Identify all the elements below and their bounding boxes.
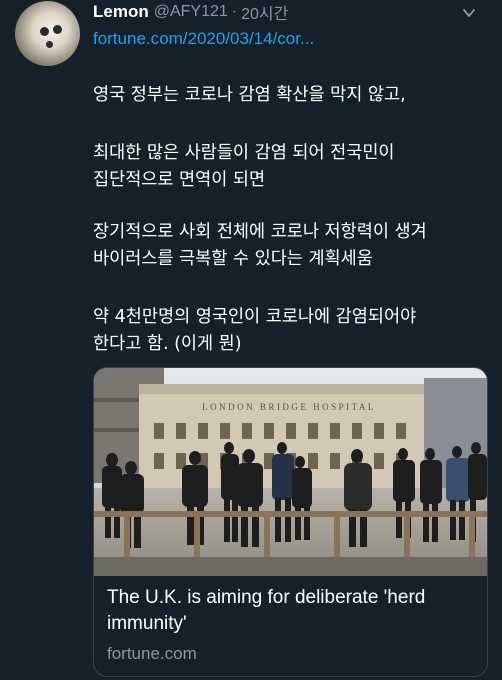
hospital-sign: LONDON BRIDGE HOSPITAL (202, 402, 376, 412)
tweet-text-line-5: 바이러스를 극복할 수 있다는 계획세움 (93, 249, 373, 269)
tweet-text-line-3: 집단적으로 면역이 되면 (93, 170, 266, 190)
tweet-header: Lemon @AFY121 · 20시간 (93, 0, 288, 24)
chevron-down-icon[interactable] (462, 6, 476, 20)
user-handle[interactable]: @AFY121 (154, 3, 228, 21)
link-card[interactable]: LONDON BRIDGE HOSPITAL The U.K. is aimin… (93, 367, 488, 677)
tweet-text-line-1: 영국 정부는 코로나 감염 확산을 막지 않고, (93, 85, 406, 105)
separator: · (231, 3, 238, 20)
tweet-text-line-7: 한다고 함. (이게 뭔) (93, 334, 242, 354)
card-image[interactable]: LONDON BRIDGE HOSPITAL (94, 368, 487, 576)
tweet-text-line-2: 최대한 많은 사람들이 감염 되어 전국민이 (93, 143, 395, 163)
timestamp[interactable]: 20시간 (241, 0, 288, 24)
card-title[interactable]: The U.K. is aiming for deliberate 'herd … (107, 585, 477, 637)
tweet-text-line-6: 약 4천만명의 영국인이 코로나에 감염되어야 (93, 307, 417, 327)
tweet-text-line-4: 장기적으로 사회 전체에 코로나 저항력이 생겨 (93, 222, 427, 242)
card-domain: fortune.com (107, 644, 197, 663)
avatar[interactable] (15, 1, 80, 66)
tweet-link[interactable]: fortune.com/2020/03/14/cor... (93, 29, 314, 49)
display-name[interactable]: Lemon (93, 2, 149, 22)
